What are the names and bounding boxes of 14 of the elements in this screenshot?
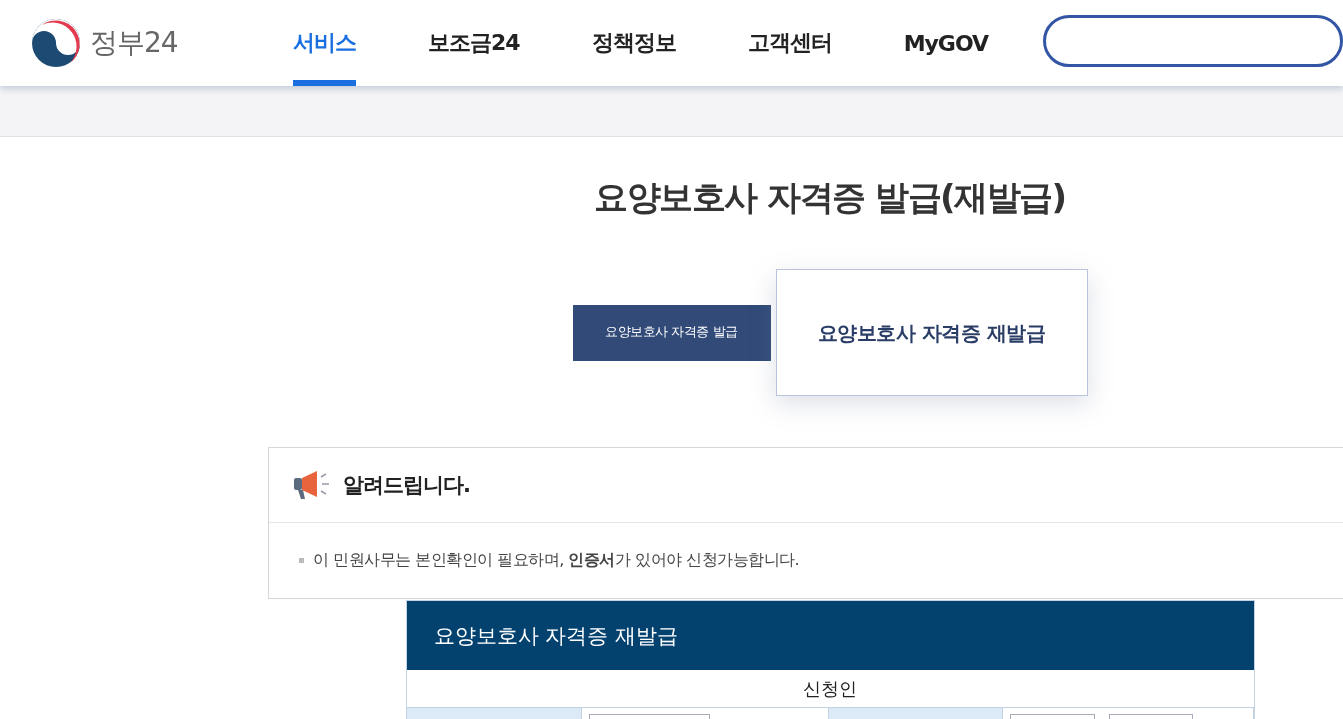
nav-item[interactable]: 고객센터	[747, 0, 832, 86]
nav-item[interactable]: 보조금24	[428, 0, 520, 86]
nav-item[interactable]: MyGOV	[903, 0, 989, 86]
bullet-icon	[299, 558, 304, 563]
form-title: 요양보호사 자격증 재발급	[406, 601, 1254, 670]
nav-item[interactable]: 정책정보	[591, 0, 676, 86]
page-title: 요양보호사 자격증 발급(재발급)	[594, 176, 1066, 219]
site-logo-text[interactable]: 정부24	[90, 24, 178, 62]
tab[interactable]: 요양보호사 자격증 재발급	[775, 269, 1088, 396]
search-field[interactable]	[1043, 15, 1343, 67]
notice-title: 알려드립니다.	[343, 472, 470, 499]
emblem-icon	[30, 17, 82, 69]
tab[interactable]: 요양보호사 자격증 발급	[572, 304, 771, 361]
notice-text: 이 민원사무는 본인확인이 필요하며, 인증서가 있어야 신청가능합니다.	[313, 550, 800, 571]
